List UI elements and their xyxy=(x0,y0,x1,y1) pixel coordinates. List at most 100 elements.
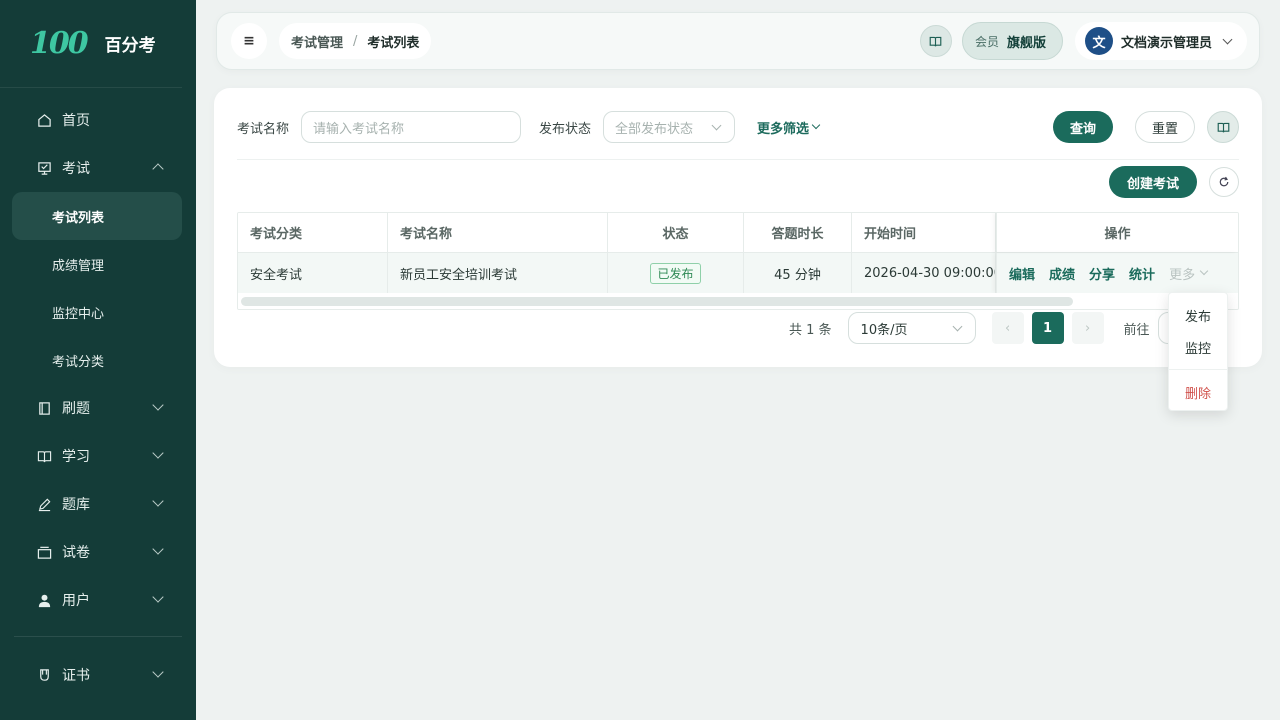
cell-duration: 45 分钟 xyxy=(744,253,852,293)
user-menu[interactable]: 文 文档演示管理员 xyxy=(1074,22,1247,60)
certificate-icon xyxy=(36,667,52,683)
table-row: 安全考试 新员工安全培训考试 已发布 45 分钟 2026-04-30 09:0… xyxy=(238,253,1238,293)
chevron-down-icon xyxy=(1222,34,1233,44)
user-icon xyxy=(36,592,52,608)
query-button[interactable]: 查询 xyxy=(1053,111,1113,143)
sidebar-footer: 证书 xyxy=(0,651,196,699)
sidebar-item-label: 首页 xyxy=(62,113,90,129)
reset-button[interactable]: 重置 xyxy=(1135,111,1195,143)
statistics-link[interactable]: 统计 xyxy=(1129,264,1155,283)
pen-icon xyxy=(36,496,52,512)
chevron-down-icon xyxy=(152,543,164,555)
sidebar-subitem-exam-list[interactable]: 考试列表 xyxy=(12,192,182,240)
breadcrumb-item-exam-list: 考试列表 xyxy=(367,35,420,51)
chevron-down-icon xyxy=(152,495,164,507)
prev-page-button[interactable]: ‹ xyxy=(991,312,1024,344)
chevron-down-icon xyxy=(811,120,821,130)
sidebar-subitem-exam-category[interactable]: 考试分类 xyxy=(0,336,196,384)
sidebar-item-label: 刷题 xyxy=(62,401,90,417)
logo-mark: 100 xyxy=(30,26,89,61)
table-header-row: 考试分类 考试名称 状态 答题时长 开始时间 操作 xyxy=(238,213,1238,253)
chevron-down-icon xyxy=(711,120,722,131)
practice-book-icon xyxy=(36,400,52,416)
user-name: 文档演示管理员 xyxy=(1120,35,1212,51)
sidebar-item-label: 题库 xyxy=(62,497,90,513)
exam-name-input[interactable]: 请输入考试名称 xyxy=(301,111,522,143)
chevron-down-icon xyxy=(152,447,164,459)
breadcrumb: 考试管理 / 考试列表 xyxy=(279,23,432,59)
table-horizontal-scrollbar[interactable] xyxy=(238,293,1238,309)
column-header: 开始时间 xyxy=(852,213,996,252)
cell-exam-name: 新员工安全培训考试 xyxy=(388,253,608,293)
column-header: 状态 xyxy=(608,213,744,252)
exam-list-card: 考试名称 请输入考试名称 发布状态 全部发布状态 更多筛选 查询 重置 创建考试… xyxy=(214,88,1262,367)
scores-link[interactable]: 成绩 xyxy=(1049,264,1075,283)
more-filters-toggle[interactable]: 更多筛选 xyxy=(757,118,821,137)
sidebar-item-practice[interactable]: 刷题 xyxy=(0,384,196,432)
breadcrumb-item-exam-management[interactable]: 考试管理 xyxy=(291,32,343,51)
app-logo[interactable]: 100 百分考 xyxy=(0,0,182,88)
status-badge: 已发布 xyxy=(650,262,701,284)
goto-label: 前往 xyxy=(1123,322,1150,338)
cell-status: 已发布 xyxy=(608,253,744,293)
create-exam-button[interactable]: 创建考试 xyxy=(1109,166,1197,198)
next-page-button[interactable]: › xyxy=(1071,312,1104,344)
chevron-down-icon xyxy=(152,591,164,603)
open-book-icon xyxy=(930,36,942,46)
refresh-icon xyxy=(1219,176,1229,187)
chevron-down-icon xyxy=(152,399,164,411)
member-label: 会员 xyxy=(974,34,999,49)
exam-name-label: 考试名称 xyxy=(237,121,290,137)
sidebar-item-home[interactable]: 首页 xyxy=(0,96,196,144)
column-header: 操作 xyxy=(996,213,1238,252)
share-link[interactable]: 分享 xyxy=(1089,264,1115,283)
edit-link[interactable]: 编辑 xyxy=(1009,264,1035,283)
menu-toggle-button[interactable]: ≡ xyxy=(231,23,267,59)
more-filters-label: 更多筛选 xyxy=(757,121,810,137)
column-header: 考试分类 xyxy=(238,213,388,252)
pagination: 共 1 条 10条/页 ‹ 1 › 前往 页 xyxy=(789,312,1225,344)
page-size-value: 10条/页 xyxy=(860,322,908,338)
sidebar-divider xyxy=(14,636,182,637)
sidebar-item-label: 试卷 xyxy=(62,545,90,561)
sidebar-subitem-monitor-center[interactable]: 监控中心 xyxy=(0,288,196,336)
menu-item-delete[interactable]: 删除 xyxy=(1169,376,1227,408)
cell-start-time: 2026-04-30 09:00:00 xyxy=(852,253,996,293)
home-icon xyxy=(36,112,52,128)
more-actions-dropdown[interactable]: 更多 xyxy=(1169,264,1209,283)
exam-table: 考试分类 考试名称 状态 答题时长 开始时间 操作 安全考试 新员工安全培训考试… xyxy=(237,212,1239,310)
paper-stack-icon xyxy=(36,544,52,560)
menu-icon: ≡ xyxy=(243,33,255,49)
docs-button[interactable] xyxy=(919,25,952,57)
sidebar-item-certificate[interactable]: 证书 xyxy=(0,651,196,699)
column-header: 答题时长 xyxy=(744,213,852,252)
publish-status-value: 全部发布状态 xyxy=(615,121,694,137)
more-actions-menu: 发布 监控 删除 xyxy=(1168,292,1228,411)
menu-item-publish[interactable]: 发布 xyxy=(1169,299,1227,331)
sidebar-item-question-bank[interactable]: 题库 xyxy=(0,480,196,528)
membership-badge[interactable]: 会员 旗舰版 xyxy=(961,22,1063,60)
page-number-current[interactable]: 1 xyxy=(1031,312,1064,344)
sidebar: 100 百分考 首页 考试 考试列表 成绩管理 监控中心 考试分类 刷题 学习 … xyxy=(0,0,196,720)
member-tier: 旗舰版 xyxy=(1006,35,1046,51)
sidebar-subitem-score-management[interactable]: 成绩管理 xyxy=(0,240,196,288)
sidebar-item-learning[interactable]: 学习 xyxy=(0,432,196,480)
publish-status-select[interactable]: 全部发布状态 xyxy=(603,111,736,143)
menu-item-monitor[interactable]: 监控 xyxy=(1169,331,1227,363)
scrollbar-thumb[interactable] xyxy=(241,297,1073,306)
header-right: 会员 旗舰版 文 文档演示管理员 xyxy=(919,22,1247,60)
refresh-button[interactable] xyxy=(1209,167,1239,197)
open-book-icon xyxy=(36,448,52,464)
sidebar-item-users[interactable]: 用户 xyxy=(0,576,196,624)
open-book-icon xyxy=(1217,122,1229,132)
page-size-select[interactable]: 10条/页 xyxy=(847,312,976,344)
sidebar-item-label: 学习 xyxy=(62,449,90,465)
sidebar-item-label: 用户 xyxy=(62,593,90,609)
filter-divider xyxy=(237,159,1239,160)
publish-status-label: 发布状态 xyxy=(539,121,592,137)
sidebar-item-papers[interactable]: 试卷 xyxy=(0,528,196,576)
sidebar-item-exam[interactable]: 考试 xyxy=(0,144,196,192)
filter-bar: 考试名称 请输入考试名称 发布状态 全部发布状态 更多筛选 查询 重置 xyxy=(237,111,1239,143)
help-docs-button[interactable] xyxy=(1207,111,1239,143)
chevron-up-icon xyxy=(152,163,164,175)
